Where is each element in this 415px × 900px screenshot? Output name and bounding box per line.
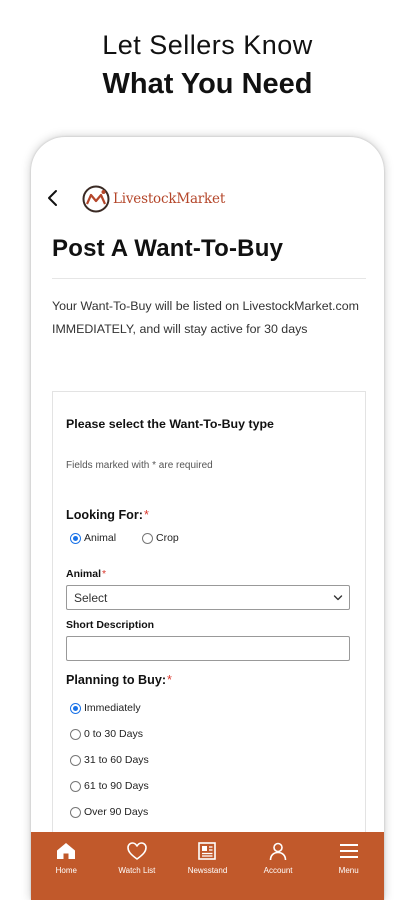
- radio-label: 61 to 90 Days: [84, 780, 149, 792]
- page-title: Post A Want-To-Buy: [52, 235, 284, 262]
- short-description-input[interactable]: [66, 636, 350, 661]
- radio-button[interactable]: [70, 728, 81, 740]
- radio-option-over-90-days[interactable]: Over 90 Days: [70, 806, 148, 818]
- required-star: *: [167, 673, 172, 687]
- title-divider: [52, 278, 366, 279]
- radio-label: Immediately: [84, 702, 141, 714]
- required-star: *: [102, 568, 107, 580]
- short-description-label: Short Description: [66, 619, 155, 631]
- nav-item-menu[interactable]: Menu: [313, 832, 384, 900]
- form-heading: Please select the Want-To-Buy type: [66, 417, 274, 431]
- heart-icon: [127, 842, 147, 860]
- nav-label-home: Home: [55, 866, 77, 875]
- user-icon: [269, 842, 287, 861]
- nav-item-watch-list[interactable]: Watch List: [102, 832, 173, 900]
- looking-for-label-text: Looking For:: [66, 508, 143, 522]
- brand-name: LivestockMarket: [113, 191, 226, 207]
- livestockmarket-logo-icon: [82, 185, 110, 213]
- radio-label: 31 to 60 Days: [84, 754, 149, 766]
- menu-icon: [339, 844, 358, 858]
- want-to-buy-form: Please select the Want-To-Buy type Field…: [52, 391, 366, 851]
- radio-option-0-30-days[interactable]: 0 to 30 Days: [70, 728, 143, 740]
- radio-label: Over 90 Days: [84, 806, 149, 818]
- animal-label: Animal*: [66, 568, 106, 580]
- radio-button[interactable]: [70, 806, 81, 818]
- radio-label: Animal: [84, 532, 117, 544]
- brand-logo[interactable]: LivestockMarket: [81, 183, 225, 215]
- nav-item-home[interactable]: Home: [31, 832, 102, 900]
- nav-label-account: Account: [263, 866, 293, 875]
- intro-text: Your Want-To-Buy will be listed on Lives…: [52, 299, 359, 336]
- top-bar: LivestockMarket: [31, 181, 384, 217]
- radio-option-animal[interactable]: Animal: [70, 532, 116, 544]
- promo-title-line2: What You Need: [102, 68, 313, 100]
- phone-frame: LivestockMarket Post A Want-To-Buy Your …: [31, 137, 384, 900]
- radio-option-61-90-days[interactable]: 61 to 90 Days: [70, 780, 149, 792]
- animal-select[interactable]: Select: [66, 585, 350, 610]
- radio-button-selected[interactable]: [70, 532, 81, 544]
- planning-to-buy-label: Planning to Buy:*: [66, 673, 172, 687]
- animal-select-value: Select: [74, 591, 108, 605]
- required-star: *: [143, 508, 149, 522]
- nav-item-newsstand[interactable]: Newsstand: [172, 832, 243, 900]
- promo-title-line1: Let Sellers Know: [102, 30, 313, 60]
- radio-option-immediately[interactable]: Immediately: [70, 702, 141, 714]
- radio-button-selected[interactable]: [70, 702, 81, 714]
- back-arrow-icon[interactable]: [41, 185, 65, 211]
- animal-label-text: Animal: [66, 568, 102, 580]
- radio-button[interactable]: [70, 754, 81, 766]
- planning-label-text: Planning to Buy:: [66, 673, 167, 687]
- chevron-down-icon: [333, 595, 343, 601]
- nav-label-watch-list: Watch List: [118, 866, 156, 875]
- radio-label: 0 to 30 Days: [84, 728, 143, 740]
- nav-label-menu: Menu: [338, 866, 359, 875]
- radio-label: Crop: [156, 532, 179, 544]
- radio-option-31-60-days[interactable]: 31 to 60 Days: [70, 754, 149, 766]
- radio-option-crop[interactable]: Crop: [142, 532, 179, 544]
- looking-for-label: Looking For:*: [66, 508, 149, 522]
- radio-button[interactable]: [70, 780, 81, 792]
- nav-item-account[interactable]: Account: [243, 832, 314, 900]
- nav-label-newsstand: Newsstand: [187, 866, 228, 875]
- home-icon: [57, 843, 76, 859]
- radio-button[interactable]: [142, 532, 153, 544]
- required-note: Fields marked with * are required: [66, 460, 213, 471]
- newspaper-icon: [198, 842, 217, 860]
- bottom-navigation: Home Watch List Newsstand Account Menu: [31, 832, 384, 900]
